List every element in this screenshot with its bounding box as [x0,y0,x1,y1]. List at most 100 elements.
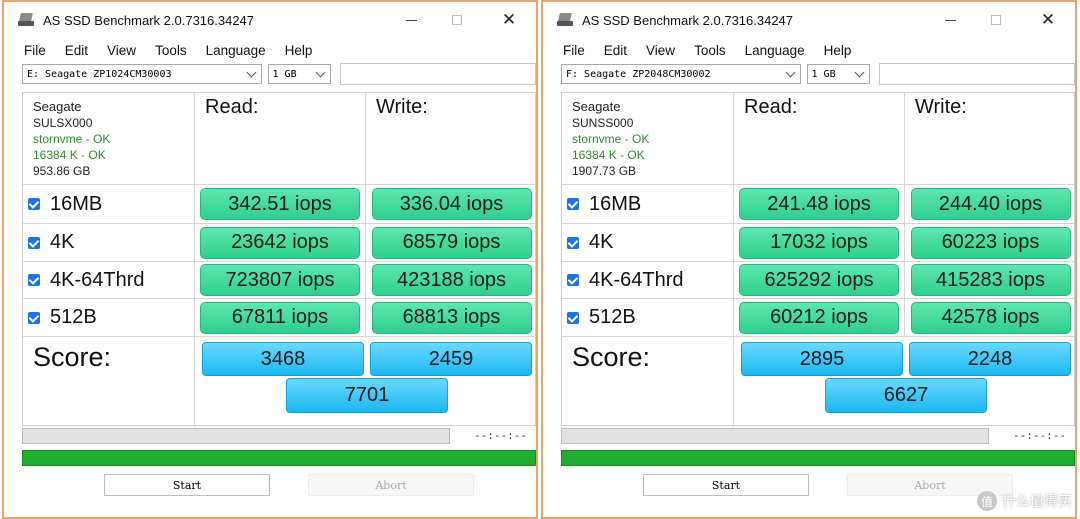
menu-view[interactable]: View [107,43,136,58]
write-score: 2248 [909,342,1071,376]
write-result: 244.40 iops [910,188,1071,220]
menu-help[interactable]: Help [285,43,313,58]
elapsed-timer: --:--:-- [1013,429,1066,442]
write-score: 2459 [370,342,532,376]
menu-help[interactable]: Help [824,43,852,58]
minimize-icon[interactable] [388,2,434,38]
maximize-icon[interactable] [434,2,480,38]
menu-tools[interactable]: Tools [155,43,187,58]
drive-vendor: Seagate [572,99,621,114]
write-result: 423188 iops [371,264,532,296]
row-label-512b[interactable]: 512B [23,299,195,337]
checkbox-checked-icon[interactable] [28,311,40,324]
chevron-down-icon [785,67,795,78]
checkbox-checked-icon[interactable] [567,311,579,324]
write-cell: 415283 iops [905,262,1075,299]
checkbox-checked-icon[interactable] [567,274,579,286]
read-result: 723807 iops [200,264,360,296]
drive-capacity: 1907.73 GB [572,164,637,178]
checkbox-checked-icon[interactable] [28,274,40,286]
title-bar[interactable]: AS SSD Benchmark 2.0.7316.34247 ✕ [4,2,536,38]
start-button[interactable]: Start [104,474,270,496]
row-label-4k-64thrd[interactable]: 4K-64Thrd [562,262,734,299]
drive-select[interactable]: F: Seagate ZP2048CM30002 [561,64,801,84]
read-cell: 342.51 iops [195,185,366,224]
menu-tools[interactable]: Tools [694,43,726,58]
read-result: 23642 iops [200,226,360,259]
driver-status: stornvme - OK [572,132,650,146]
row-label-text: 4K-64Thrd [50,268,145,291]
watermark: 值 什么值得买 [977,491,1072,511]
size-select-value: 1 GB [272,68,297,80]
score-area: 3468 2459 7701 [195,337,536,427]
progress-bar-total [561,450,1075,466]
progress-bar-total [22,450,536,466]
drive-select[interactable]: E: Seagate ZP1024CM30003 [22,64,262,84]
abort-button[interactable]: Abort [308,474,474,496]
read-cell: 60212 iops [734,299,905,337]
size-select[interactable]: 1 GB [806,64,871,84]
menu-file[interactable]: File [563,43,585,58]
row-label-text: 16MB [589,192,642,215]
checkbox-checked-icon[interactable] [28,198,40,210]
drive-select-value: F: Seagate ZP2048CM30002 [566,68,711,80]
driver-status: stornvme - OK [33,132,111,146]
checkbox-checked-icon[interactable] [567,236,579,249]
menu-view[interactable]: View [646,43,675,58]
status-field [879,63,1075,85]
write-result: 60223 iops [910,226,1071,259]
read-result: 67811 iops [200,301,360,334]
close-icon[interactable]: ✕ [1025,2,1071,38]
alignment-status: 16384 K - OK [572,148,645,162]
checkbox-checked-icon[interactable] [28,236,40,249]
read-result: 60212 iops [739,301,899,334]
read-result: 342.51 iops [200,188,360,220]
minimize-icon[interactable] [927,2,973,38]
total-score: 6627 [825,378,987,413]
row-label-4k[interactable]: 4K [562,224,734,262]
drive-info: Seagate SUNSS000 stornvme - OK 16384 K -… [562,93,734,185]
size-select[interactable]: 1 GB [267,64,332,84]
watermark-logo-icon: 值 [977,491,997,511]
toolbar: F: Seagate ZP2048CM30002 1 GB [543,62,1075,86]
menu-file[interactable]: File [24,43,46,58]
chevron-down-icon [854,67,865,78]
row-label-4k[interactable]: 4K [23,224,195,262]
menu-edit[interactable]: Edit [604,43,627,58]
maximize-icon[interactable] [973,2,1019,38]
progress-bar-current [561,428,989,444]
row-label-4k-64thrd[interactable]: 4K-64Thrd [23,262,195,299]
score-area: 2895 2248 6627 [734,337,1075,427]
read-score: 2895 [741,342,903,376]
read-result: 625292 iops [739,264,899,296]
read-cell: 723807 iops [195,262,366,299]
row-label-16mb[interactable]: 16MB [23,185,195,224]
menu-language[interactable]: Language [206,43,266,58]
write-header: Write: [905,93,1075,185]
row-label-text: 512B [589,306,636,328]
menu-edit[interactable]: Edit [65,43,88,58]
read-score: 3468 [202,342,364,376]
status-field [340,63,536,85]
start-button[interactable]: Start [643,474,809,496]
drive-info: Seagate SULSX000 stornvme - OK 16384 K -… [23,93,195,185]
chevron-down-icon [246,67,256,78]
window-title: AS SSD Benchmark 2.0.7316.34247 [582,12,794,28]
row-label-text: 4K-64Thrd [589,268,684,291]
alignment-status: 16384 K - OK [33,148,106,162]
row-label-512b[interactable]: 512B [562,299,734,337]
total-score: 7701 [286,378,448,413]
read-cell: 625292 iops [734,262,905,299]
drive-app-icon [18,13,34,27]
checkbox-checked-icon[interactable] [567,198,579,210]
results-grid: Seagate SUNSS000 stornvme - OK 16384 K -… [561,92,1075,427]
write-cell: 244.40 iops [905,185,1075,224]
score-label: Score: [23,337,195,427]
drive-capacity: 953.86 GB [33,164,91,178]
menu-language[interactable]: Language [745,43,805,58]
benchmark-window-left: AS SSD Benchmark 2.0.7316.34247 ✕ File E… [2,0,538,519]
title-bar[interactable]: AS SSD Benchmark 2.0.7316.34247 ✕ [543,2,1075,38]
close-icon[interactable]: ✕ [486,2,532,38]
menu-bar: File Edit View Tools Language Help [4,38,536,62]
row-label-16mb[interactable]: 16MB [562,185,734,224]
